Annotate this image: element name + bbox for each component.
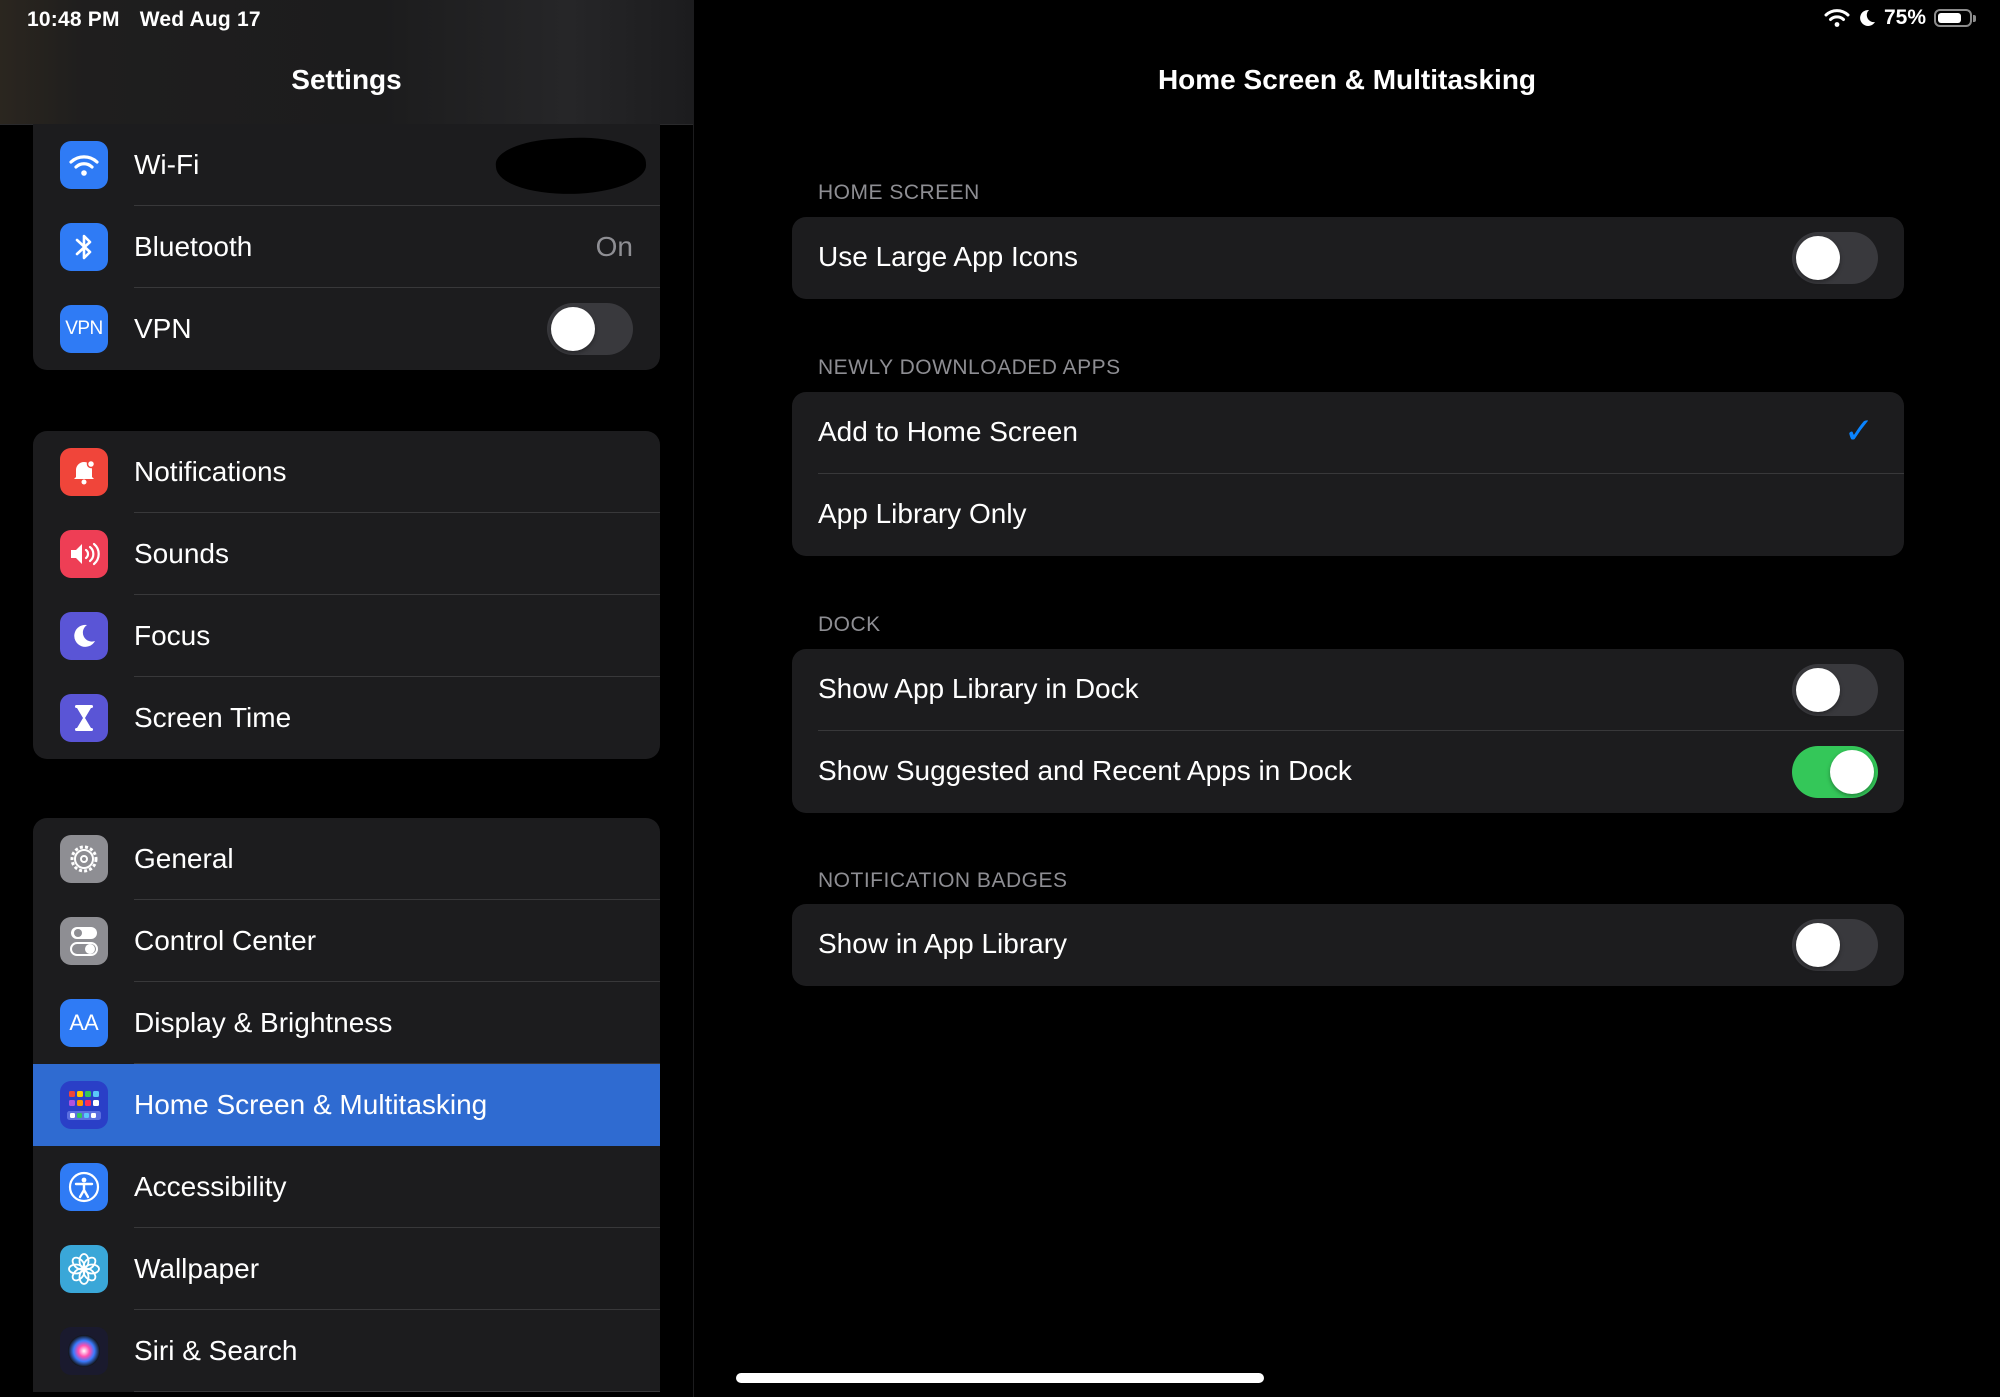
sidebar-item-label: Bluetooth xyxy=(134,231,253,262)
section-header-dock: DOCK xyxy=(818,613,881,636)
connectivity-group: Wi-Fi Bluetooth On VPN VPN xyxy=(33,124,660,370)
checkmark-icon: ✓ xyxy=(1843,410,1874,451)
sidebar-item-vpn[interactable]: VPN VPN xyxy=(33,288,660,370)
battery-level-fill xyxy=(1938,13,1961,23)
sidebar-title: Settings xyxy=(291,64,402,95)
notification-badges-group: Show in App Library xyxy=(792,904,1904,986)
sidebar-item-label: General xyxy=(134,843,234,874)
status-bar-right: 75% xyxy=(1824,6,1976,30)
sidebar-item-control-center[interactable]: Control Center xyxy=(33,900,660,982)
app-library-only-label: App Library Only xyxy=(818,498,1027,529)
large-app-icons-row[interactable]: Use Large App Icons xyxy=(792,217,1904,299)
section-header-notification-badges: NOTIFICATION BADGES xyxy=(818,869,1068,892)
sidebar-item-wifi[interactable]: Wi-Fi xyxy=(33,124,660,206)
sidebar-item-display-brightness[interactable]: AA Display & Brightness xyxy=(33,982,660,1064)
show-app-library-dock-row[interactable]: Show App Library in Dock xyxy=(792,649,1904,731)
sidebar-item-siri-search[interactable]: Siri & Search xyxy=(33,1310,660,1392)
suggested-recent-apps-row[interactable]: Show Suggested and Recent Apps in Dock xyxy=(792,731,1904,813)
large-app-icons-label: Use Large App Icons xyxy=(818,241,1078,272)
notifications-group: Notifications Sounds Focus Screen Time xyxy=(33,431,660,759)
battery-percent: 75% xyxy=(1883,6,1926,29)
wifi-icon xyxy=(60,141,108,189)
sidebar-item-sounds[interactable]: Sounds xyxy=(33,513,660,595)
show-app-library-dock-label: Show App Library in Dock xyxy=(818,673,1139,704)
sidebar-item-label: Wi-Fi xyxy=(134,149,200,180)
battery-icon xyxy=(1934,9,1976,27)
vpn-icon: VPN xyxy=(60,305,108,353)
flower-icon xyxy=(60,1245,108,1293)
sidebar-item-label: Siri & Search xyxy=(134,1335,298,1366)
switches-icon xyxy=(60,917,108,965)
page-title: Home Screen & Multitasking xyxy=(1157,64,1537,95)
status-date: Wed Aug 17 xyxy=(139,8,261,31)
vpn-toggle[interactable] xyxy=(547,303,633,355)
bluetooth-icon xyxy=(60,223,108,271)
status-bar-left: 10:48 PM Wed Aug 17 xyxy=(27,8,275,32)
add-to-home-screen-option[interactable]: Add to Home Screen ✓ xyxy=(792,392,1904,474)
suggested-recent-apps-label: Show Suggested and Recent Apps in Dock xyxy=(818,755,1352,786)
sidebar-item-label: Screen Time xyxy=(134,702,292,733)
sidebar-item-label: Control Center xyxy=(134,925,317,956)
sidebar-item-label: Home Screen & Multitasking xyxy=(134,1089,488,1120)
sidebar-item-label: Accessibility xyxy=(134,1171,287,1202)
sidebar-item-label: Focus xyxy=(134,620,211,651)
status-time: 10:48 PM xyxy=(27,8,120,31)
sidebar-item-accessibility[interactable]: Accessibility xyxy=(33,1146,660,1228)
sidebar-item-wallpaper[interactable]: Wallpaper xyxy=(33,1228,660,1310)
hourglass-icon xyxy=(60,694,108,742)
app-library-only-option[interactable]: App Library Only xyxy=(792,474,1904,556)
newly-downloaded-group: Add to Home Screen ✓ App Library Only xyxy=(792,392,1904,556)
settings-sidebar: Settings Wi-Fi Bluetooth On VPN VPN Noti… xyxy=(0,0,694,1397)
sidebar-item-home-screen-multitasking[interactable]: Home Screen & Multitasking xyxy=(33,1064,660,1146)
suggested-recent-apps-toggle[interactable] xyxy=(1792,746,1878,798)
home-screen-group: Use Large App Icons xyxy=(792,217,1904,299)
dock-group: Show App Library in Dock Show Suggested … xyxy=(792,649,1904,813)
sidebar-item-general[interactable]: General xyxy=(33,818,660,900)
sidebar-item-screen-time[interactable]: Screen Time xyxy=(33,677,660,759)
sidebar-item-label: Sounds xyxy=(134,538,229,569)
bell-icon xyxy=(60,448,108,496)
section-header-home-screen: HOME SCREEN xyxy=(818,181,980,204)
ipad-screen: Settings Wi-Fi Bluetooth On VPN VPN Noti… xyxy=(0,0,2000,1397)
add-to-home-screen-label: Add to Home Screen xyxy=(818,416,1078,447)
speaker-icon xyxy=(60,530,108,578)
app-grid-icon xyxy=(60,1081,108,1129)
moon-icon xyxy=(1860,9,1875,26)
sidebar-item-label: VPN xyxy=(134,313,192,344)
large-app-icons-toggle[interactable] xyxy=(1792,232,1878,284)
show-app-library-dock-toggle[interactable] xyxy=(1792,664,1878,716)
text-size-icon: AA xyxy=(60,999,108,1047)
moon-icon xyxy=(60,612,108,660)
sidebar-item-label: Wallpaper xyxy=(134,1253,260,1284)
siri-icon xyxy=(60,1327,108,1375)
redacted-network-name xyxy=(494,134,648,198)
home-indicator[interactable] xyxy=(736,1373,1264,1383)
show-in-app-library-label: Show in App Library xyxy=(818,928,1068,959)
general-group: General Control Center AA Display & Brig… xyxy=(33,818,660,1392)
sidebar-item-label: Display & Brightness xyxy=(134,1007,393,1038)
gear-icon xyxy=(60,835,108,883)
sidebar-item-focus[interactable]: Focus xyxy=(33,595,660,677)
show-in-app-library-row[interactable]: Show in App Library xyxy=(792,904,1904,986)
sidebar-item-label: Notifications xyxy=(134,456,287,487)
wifi-icon xyxy=(1824,9,1850,27)
sidebar-item-notifications[interactable]: Notifications xyxy=(33,431,660,513)
bluetooth-status-value: On xyxy=(595,231,633,262)
accessibility-icon xyxy=(60,1163,108,1211)
show-in-app-library-toggle[interactable] xyxy=(1792,919,1878,971)
section-header-newly-downloaded: NEWLY DOWNLOADED APPS xyxy=(818,356,1121,379)
sidebar-item-bluetooth[interactable]: Bluetooth On xyxy=(33,206,660,288)
